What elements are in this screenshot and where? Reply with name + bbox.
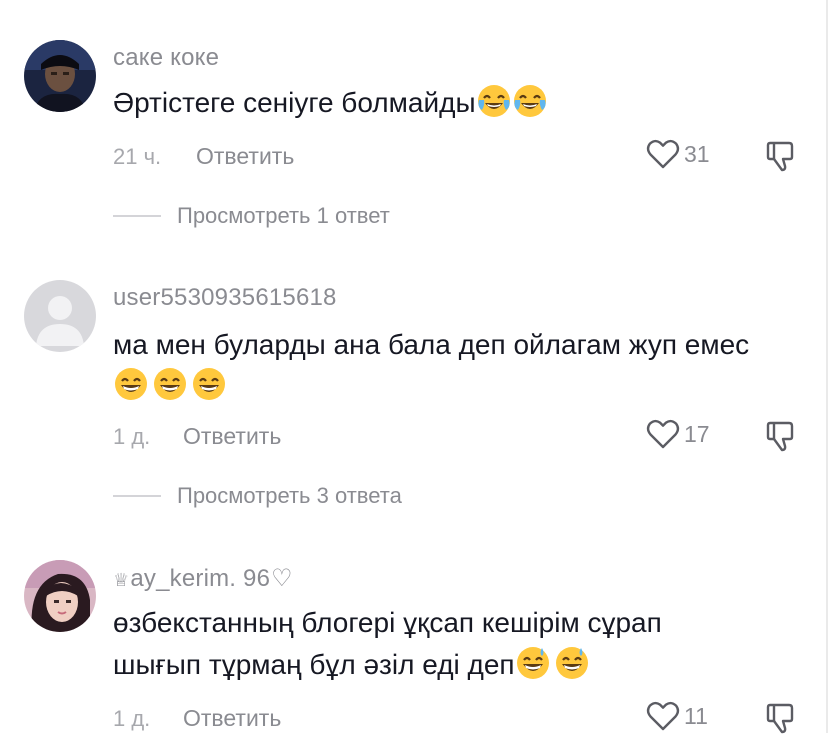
heart-outline-icon bbox=[646, 419, 680, 449]
comment-text: өзбекстанның блогері ұқсап кешірім сұрап… bbox=[113, 602, 813, 686]
reply-button[interactable]: Ответить bbox=[183, 423, 281, 450]
user-photo-icon bbox=[24, 40, 96, 112]
grinning-smile-emoji-icon bbox=[113, 366, 149, 402]
comment-username[interactable]: user5530935615618 bbox=[113, 284, 337, 312]
tears-of-joy-emoji-icon bbox=[476, 85, 512, 118]
avatar[interactable] bbox=[24, 40, 96, 112]
comment-text: ма мен буларды ана бала деп ойлагам жуп … bbox=[113, 329, 750, 360]
comment-item: ♕ay_kerim. 96♡ өзбекстанның блогері ұқса… bbox=[0, 530, 828, 734]
dislike-button[interactable] bbox=[764, 140, 798, 177]
thumbs-down-icon bbox=[766, 703, 794, 734]
grinning-smile-emoji-icon bbox=[191, 366, 227, 402]
like-button[interactable]: 11 bbox=[646, 700, 708, 732]
comment-text-line: өзбекстанның блогері ұқсап кешірім сұрап bbox=[113, 607, 662, 638]
like-count: 31 bbox=[684, 140, 710, 167]
view-replies-divider bbox=[113, 495, 161, 497]
thumbs-down-icon bbox=[766, 421, 794, 452]
dislike-button[interactable] bbox=[764, 420, 798, 457]
heart-outline-icon bbox=[646, 139, 680, 169]
reply-button[interactable]: Ответить bbox=[183, 705, 281, 732]
comment-username-text: ay_kerim. 96 bbox=[130, 565, 271, 592]
dislike-button[interactable] bbox=[764, 702, 798, 739]
comment-timestamp: 21 ч. bbox=[113, 144, 162, 169]
comment-text-content: шығып тұрмаң бұл әзіл еді деп bbox=[113, 649, 515, 680]
comment-timestamp: 1 д. bbox=[113, 706, 151, 731]
avatar[interactable] bbox=[24, 280, 96, 352]
crown-icon: ♕ bbox=[113, 570, 130, 590]
like-count: 11 bbox=[684, 702, 708, 729]
heart-outline-icon bbox=[646, 701, 680, 731]
like-button[interactable]: 31 bbox=[646, 138, 710, 170]
tears-of-joy-emoji-icon bbox=[512, 85, 548, 118]
comment-item: user5530935615618 ма мен буларды ана бал… bbox=[0, 250, 828, 530]
heart-outline-icon: ♡ bbox=[271, 565, 293, 592]
comment-timestamp: 1 д. bbox=[113, 424, 151, 449]
reply-button[interactable]: Ответить bbox=[196, 143, 294, 170]
comment-text-line: шығып тұрмаң бұл әзіл еді деп bbox=[113, 644, 813, 686]
grinning-sweat-emoji-icon bbox=[515, 647, 551, 680]
default-avatar-icon bbox=[24, 280, 96, 352]
view-replies-button[interactable]: Просмотреть 3 ответа bbox=[113, 483, 402, 509]
comment-text-content: Әртістеге сеніуге болмайды bbox=[113, 87, 476, 118]
comment-text: Әртістеге сеніуге болмайды bbox=[113, 82, 673, 124]
like-button[interactable]: 17 bbox=[646, 418, 710, 450]
comment-item: саке коке Әртістеге сеніуге болмайды 21 … bbox=[0, 0, 828, 250]
view-replies-label: Просмотреть 1 ответ bbox=[177, 203, 390, 228]
emoji-row bbox=[113, 366, 227, 402]
avatar[interactable] bbox=[24, 560, 96, 632]
user-photo-icon bbox=[24, 560, 96, 632]
comment-username[interactable]: саке коке bbox=[113, 44, 219, 72]
thumbs-down-icon bbox=[766, 141, 794, 172]
view-replies-divider bbox=[113, 215, 161, 217]
comment-username[interactable]: ♕ay_kerim. 96♡ bbox=[113, 564, 293, 593]
view-replies-label: Просмотреть 3 ответа bbox=[177, 483, 402, 508]
like-count: 17 bbox=[684, 420, 710, 447]
grinning-smile-emoji-icon bbox=[152, 366, 188, 402]
view-replies-button[interactable]: Просмотреть 1 ответ bbox=[113, 203, 390, 229]
grinning-sweat-emoji-icon bbox=[554, 647, 590, 680]
